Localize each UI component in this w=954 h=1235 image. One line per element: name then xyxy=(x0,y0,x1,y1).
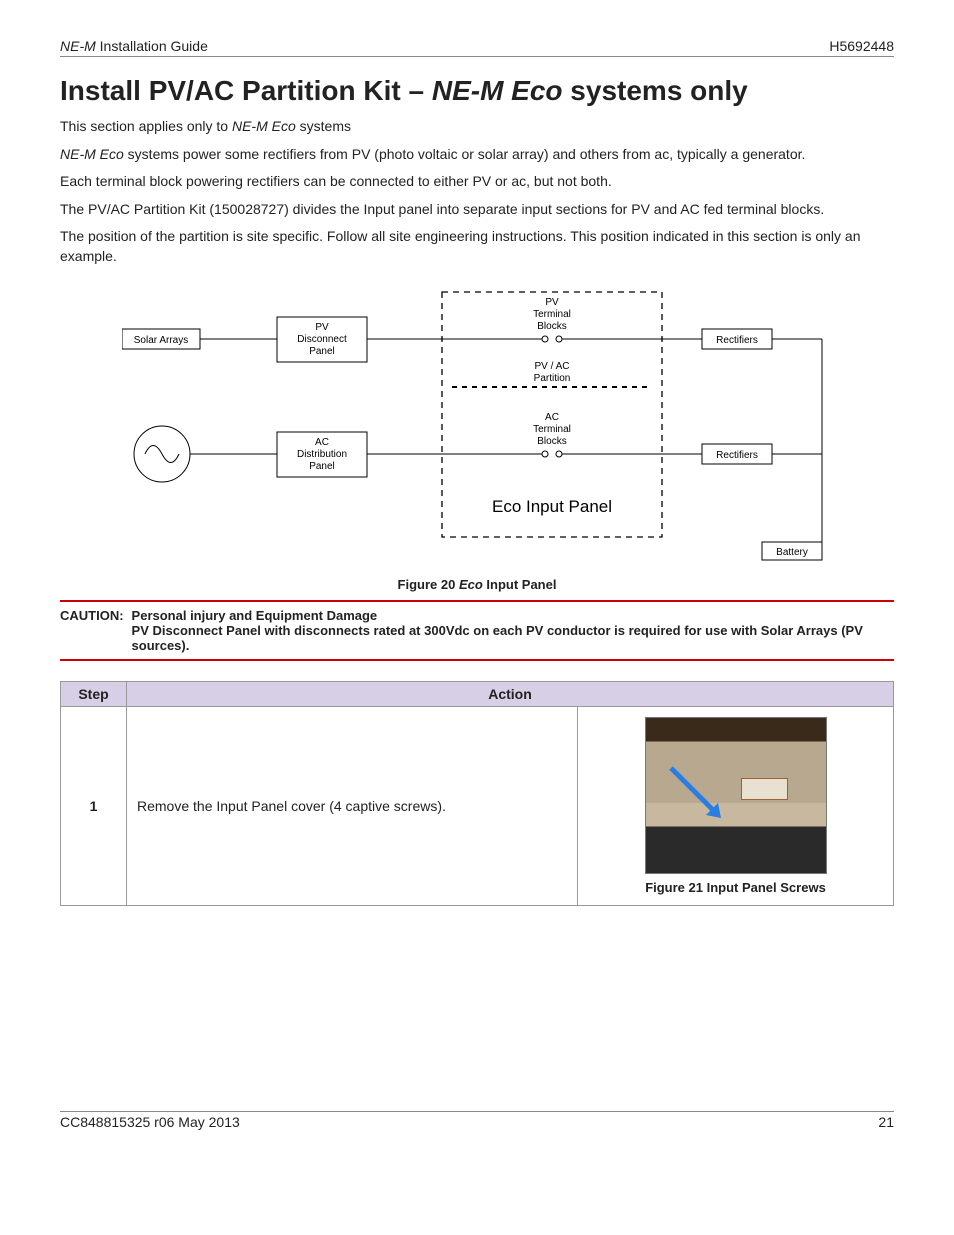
intro-p4: The PV/AC Partition Kit (150028727) divi… xyxy=(60,200,894,220)
svg-text:PV: PV xyxy=(545,297,559,308)
table-row: 1 Remove the Input Panel cover (4 captiv… xyxy=(61,706,894,905)
caution-block: CAUTION: Personal injury and Equipment D… xyxy=(60,600,894,661)
diagram-rect1: Rectifiers xyxy=(716,335,758,346)
title-prefix: Install PV/AC Partition Kit – xyxy=(60,75,432,106)
svg-text:Partition: Partition xyxy=(534,373,571,384)
step-action-text: Remove the Input Panel cover (4 captive … xyxy=(127,706,578,905)
caution-title: Personal injury and Equipment Damage xyxy=(132,608,886,623)
step-number: 1 xyxy=(61,706,127,905)
title-suffix: systems only xyxy=(563,75,748,106)
diagram-rect2: Rectifiers xyxy=(716,450,758,461)
header-doctype: Installation Guide xyxy=(100,38,208,54)
intro-p1: This section applies only to NE-M Eco sy… xyxy=(60,117,894,137)
diagram-solar-arrays: Solar Arrays xyxy=(134,335,188,346)
col-step: Step xyxy=(61,681,127,706)
arrow-icon xyxy=(666,763,726,823)
caution-label: CAUTION: xyxy=(60,608,132,653)
svg-text:Panel: Panel xyxy=(309,461,335,472)
svg-text:Terminal: Terminal xyxy=(533,424,571,435)
steps-table: Step Action 1 Remove the Input Panel cov… xyxy=(60,681,894,906)
title-eco: NE-M Eco xyxy=(432,75,563,106)
intro-p5: The position of the partition is site sp… xyxy=(60,227,894,266)
svg-text:Panel: Panel xyxy=(309,346,335,357)
svg-text:Blocks: Blocks xyxy=(537,321,566,332)
col-action: Action xyxy=(127,681,894,706)
header-product: NE-M xyxy=(60,38,96,54)
footer-page: 21 xyxy=(878,1114,894,1130)
caution-body: PV Disconnect Panel with disconnects rat… xyxy=(132,623,886,653)
footer-left: CC848815325 r06 May 2013 xyxy=(60,1114,240,1130)
step-action-image: Figure 21 Input Panel Screws xyxy=(578,706,894,905)
page-title: Install PV/AC Partition Kit – NE-M Eco s… xyxy=(60,75,894,107)
input-panel-photo xyxy=(645,717,827,874)
diagram-battery: Battery xyxy=(776,547,808,558)
svg-text:Terminal: Terminal xyxy=(533,309,571,320)
header-left: NE-M Installation Guide xyxy=(60,38,208,54)
svg-text:AC: AC xyxy=(545,412,559,423)
svg-text:AC: AC xyxy=(315,437,329,448)
intro-p2: NE-M Eco systems power some rectifiers f… xyxy=(60,145,894,165)
intro-p3: Each terminal block powering rectifiers … xyxy=(60,172,894,192)
eco-input-panel-diagram: Solar Arrays PV Disconnect Panel PV Term… xyxy=(122,287,832,567)
diagram-panel-title: Eco Input Panel xyxy=(492,497,612,516)
svg-text:PV / AC: PV / AC xyxy=(534,361,569,372)
page-header: NE-M Installation Guide H5692448 xyxy=(60,38,894,57)
figure-21-caption: Figure 21 Input Panel Screws xyxy=(588,880,883,895)
svg-text:PV: PV xyxy=(315,322,329,333)
warning-label-icon xyxy=(741,778,788,800)
svg-text:Disconnect: Disconnect xyxy=(297,334,347,345)
svg-text:Distribution: Distribution xyxy=(297,449,347,460)
page-footer: CC848815325 r06 May 2013 21 xyxy=(60,1111,894,1130)
svg-text:Blocks: Blocks xyxy=(537,436,566,447)
figure-20-caption: Figure 20 Eco Input Panel xyxy=(60,577,894,592)
header-doccode: H5692448 xyxy=(829,38,894,54)
